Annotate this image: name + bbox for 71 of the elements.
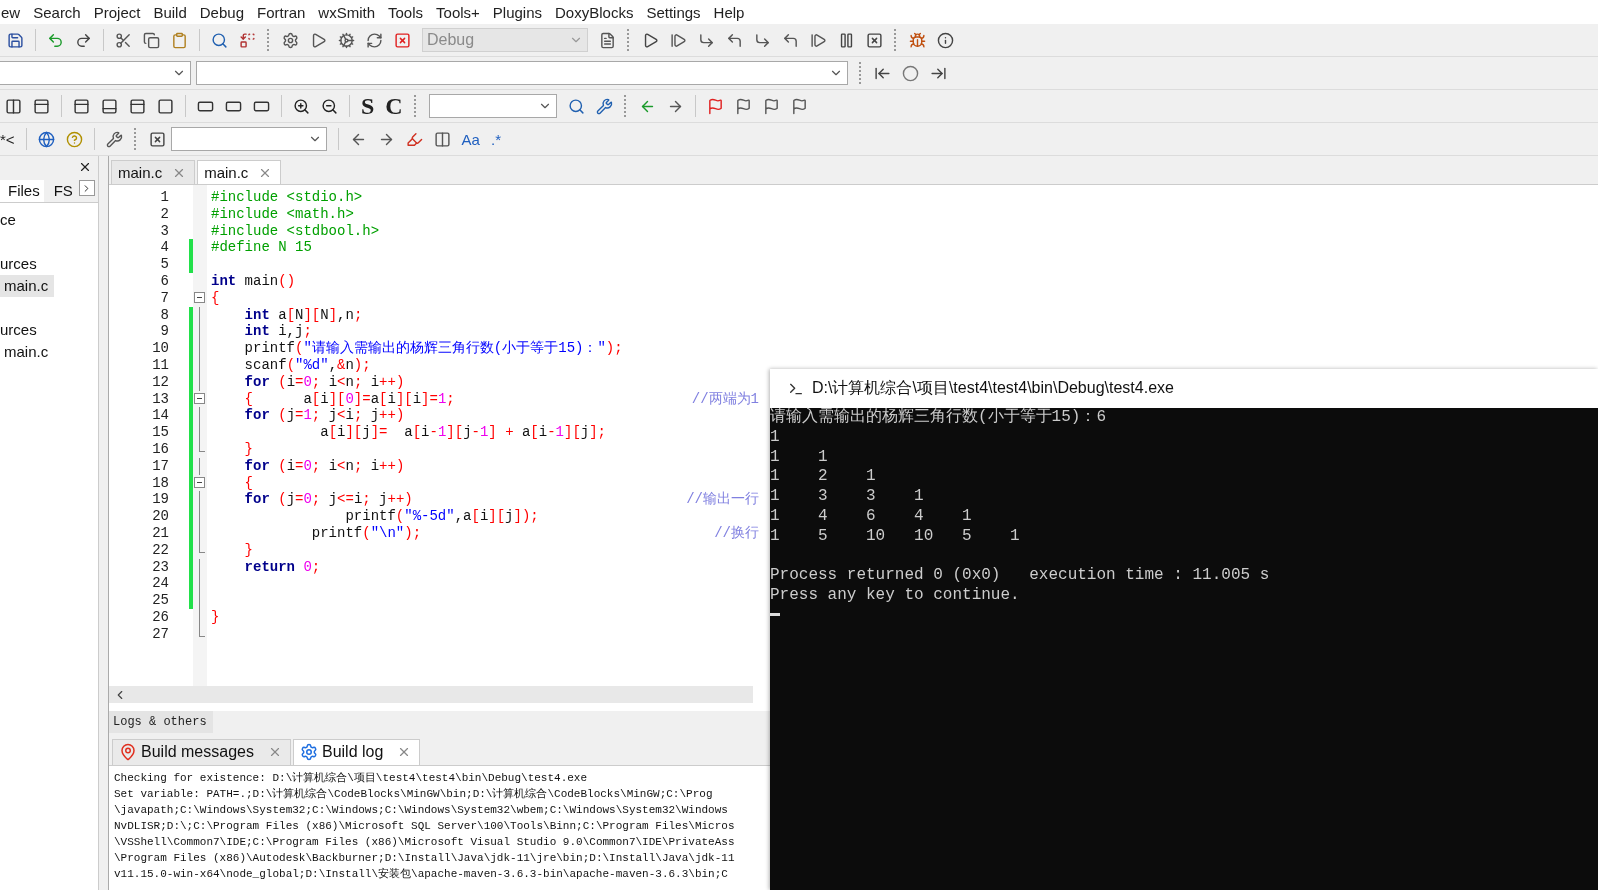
code-line: { xyxy=(211,289,220,307)
panel-title: Logs & others xyxy=(109,711,213,733)
code-comment: //换行 xyxy=(714,524,760,542)
code-line: { a[i][0]=a[i][i]=1; xyxy=(243,390,455,408)
code-line: for (j=0; j<=i; j++) xyxy=(243,491,413,509)
line-number: 8 xyxy=(159,306,170,324)
code-line: printf("请输入需输出的杨辉三角行数(小于等于15)："); xyxy=(243,340,623,357)
log-line: Set variable: PATH=.;D:\计算机综合\CodeBlocks\MinGW\bin;D:\计算机综合\CodeBlocks\MinGW;C:\Prog xyxy=(114,787,714,802)
log-line: \Program Files (x86)\Autodesk\Backburner;D:\Install\Java\jdk-11\jre\bin;D:\Install\Java\jdk-11 xyxy=(114,851,736,866)
code-line: printf("\n"); xyxy=(310,524,422,542)
code-line: #include <stdbool.h> xyxy=(211,222,380,240)
code-line: int i,j; xyxy=(243,323,312,341)
log-line: v11.15.0-win-x64\node_global;D:\Install\安装包\apache-maven-3.6.3-bin\apache-maven-3.6.3\bin;C xyxy=(114,867,729,882)
line-number: 18 xyxy=(151,474,170,492)
code-line: #include <stdio.h> xyxy=(211,189,363,206)
log-line: NvDLISR;D:\;C:\Program Files (x86)\Microsoft SQL Server\100\Tools\Binn;C:\Program Files\Micros xyxy=(114,819,736,834)
code-line: #include <math.h> xyxy=(211,205,354,223)
line-number: 25 xyxy=(151,592,170,609)
console-line: 1 5 10 10 5 1 xyxy=(770,526,1021,547)
code-line: scanf("%d",&n); xyxy=(243,356,371,374)
line-number: 5 xyxy=(159,256,170,273)
log-line: \javapath;C:\Windows\System32;C:\Windows;C:\Windows\System32\wbem;C:\Windows\System32\Windows xyxy=(114,803,729,818)
line-number: 2 xyxy=(159,205,170,223)
code-line: int a[N][N],n; xyxy=(243,306,363,324)
window-title: D:\计算机综合\项目\test4\test4\bin\Debug\test4.exe xyxy=(812,378,1174,398)
code-line: } xyxy=(243,541,253,559)
line-number: 24 xyxy=(151,575,170,593)
line-number: 9 xyxy=(159,323,170,341)
code-line: } xyxy=(243,440,253,458)
line-number: 21 xyxy=(151,524,170,542)
code-line: int main() xyxy=(211,273,296,290)
line-number: 23 xyxy=(151,558,170,576)
line-number: 20 xyxy=(151,508,170,525)
code-line: #define N 15 xyxy=(211,239,312,257)
code-comment: //两端为1 xyxy=(691,390,760,408)
line-number: 16 xyxy=(151,440,170,458)
code-line: { xyxy=(243,474,253,492)
console-line: Process returned 0 (0x0) execution time : 11.005 s xyxy=(770,566,1271,587)
code-line: a[i][j]= a[i-1][j-1] + a[i-1][j]; xyxy=(319,424,606,441)
line-number: 26 xyxy=(151,608,170,626)
line-number: 14 xyxy=(151,407,170,425)
code-line: for (j=1; j<i; j++) xyxy=(243,407,405,425)
line-number: 4 xyxy=(159,239,170,257)
log-line: \VSShell\Common7\IDE;C:\Program Files (x86)\Microsoft Visual Studio 9.0\Common7\IDE\PrivateAss xyxy=(114,835,736,850)
console-line: 1 xyxy=(770,427,781,448)
line-number: 11 xyxy=(151,356,170,374)
console-line: 请输入需输出的杨辉三角行数(小于等于15)：6 xyxy=(770,408,1107,428)
console-line: 1 1 xyxy=(770,447,829,468)
console-line: 1 3 3 1 xyxy=(770,487,925,507)
code-line: for (i=0; i<n; i++) xyxy=(243,457,405,475)
code-comment: //输出一行 xyxy=(686,491,760,509)
line-number: 27 xyxy=(151,625,170,643)
log-line: Checking for existence: D:\计算机综合\项目\test4\test4\bin\Debug\test4.exe xyxy=(114,771,589,786)
line-number: 17 xyxy=(151,457,170,475)
line-number: 6 xyxy=(159,273,170,290)
line-number: 10 xyxy=(151,340,170,357)
line-number: 1 xyxy=(159,189,170,206)
code-line: } xyxy=(211,608,220,626)
line-number: 7 xyxy=(159,289,170,307)
line-number: 3 xyxy=(159,222,170,240)
console-line: 1 4 6 4 1 xyxy=(770,507,973,527)
line-number: 12 xyxy=(151,373,170,391)
line-number: 13 xyxy=(151,390,170,408)
code-line: return 0; xyxy=(243,558,321,576)
code-line: printf("%-5d",a[i][j]); xyxy=(344,508,539,525)
line-number: 15 xyxy=(151,424,170,441)
line-number: 19 xyxy=(151,491,170,509)
console-line: Press any key to continue. xyxy=(770,586,1021,606)
line-number: 22 xyxy=(151,541,170,559)
console-line: 1 2 1 xyxy=(770,467,877,488)
code-line: for (i=0; i<n; i++) xyxy=(243,373,405,391)
